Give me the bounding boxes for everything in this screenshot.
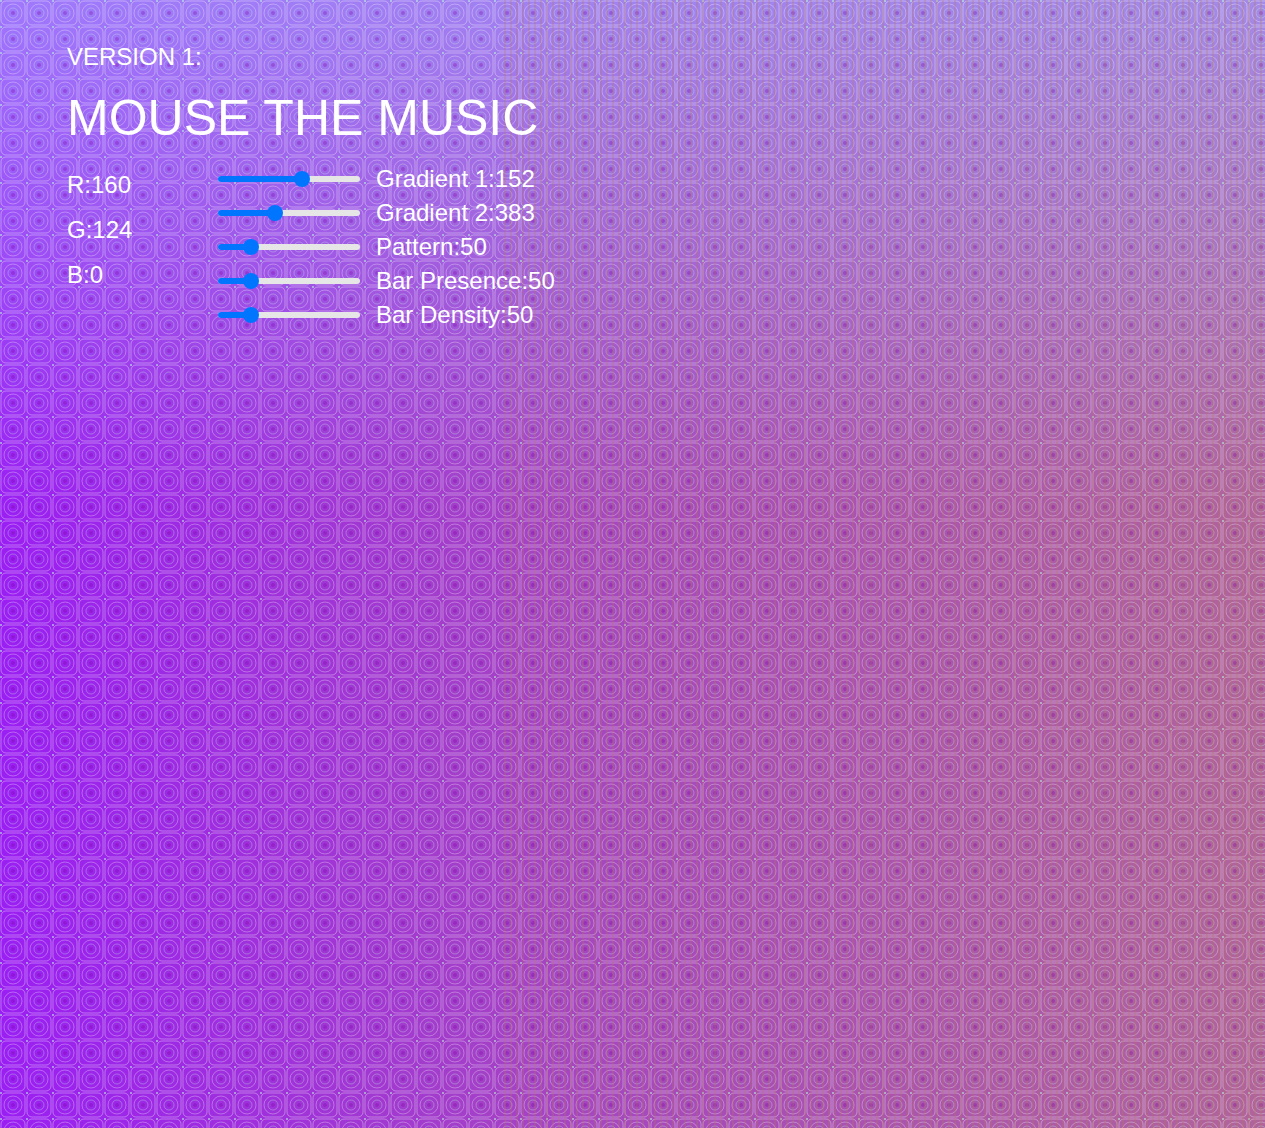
slider-fill (218, 176, 302, 182)
slider-thumb[interactable] (294, 171, 310, 187)
slider-label: Pattern:50 (376, 235, 487, 259)
title: MOUSE THE MUSIC (67, 88, 1265, 148)
controls: R:160G:124B:0 Gradient 1:152 Gradient 2:38… (67, 162, 1265, 332)
slider-thumb[interactable] (243, 273, 259, 289)
slider[interactable] (218, 307, 360, 323)
sliders: Gradient 1:152 Gradient 2:383 Pattern:50 Ba… (218, 162, 555, 332)
slider-row: Pattern:50 (218, 230, 555, 264)
slider-row: Bar Presence:50 (218, 264, 555, 298)
slider-track (218, 210, 360, 216)
slider-track (218, 278, 360, 284)
slider[interactable] (218, 205, 360, 221)
slider-track (218, 176, 360, 182)
pattern-background (0, 0, 1265, 1128)
slider-thumb[interactable] (243, 307, 259, 323)
rgb-readout: G:124 (67, 207, 218, 252)
slider-label: Gradient 2:383 (376, 201, 535, 225)
slider-row: Gradient 1:152 (218, 162, 555, 196)
slider-row: Gradient 2:383 (218, 196, 555, 230)
rgb-readouts: R:160G:124B:0 (67, 162, 218, 332)
rgb-readout: R:160 (67, 162, 218, 207)
slider-label: Gradient 1:152 (376, 167, 535, 191)
slider[interactable] (218, 171, 360, 187)
slider-thumb[interactable] (243, 239, 259, 255)
version-label: VERSION 1: (67, 42, 1265, 72)
slider[interactable] (218, 273, 360, 289)
page[interactable]: VERSION 1:MOUSE THE MUSICR:160G:124B:0Gr… (0, 0, 1265, 1128)
slider[interactable] (218, 239, 360, 255)
slider-track (218, 312, 360, 318)
rgb-readout: B:0 (67, 252, 218, 297)
slider-label: Bar Presence:50 (376, 269, 555, 293)
slider-label: Bar Density:50 (376, 303, 533, 327)
slider-track (218, 244, 360, 250)
content: VERSION 1:MOUSE THE MUSICR:160G:124B:0Gr… (0, 0, 1265, 332)
slider-thumb[interactable] (267, 205, 283, 221)
slider-row: Bar Density:50 (218, 298, 555, 332)
